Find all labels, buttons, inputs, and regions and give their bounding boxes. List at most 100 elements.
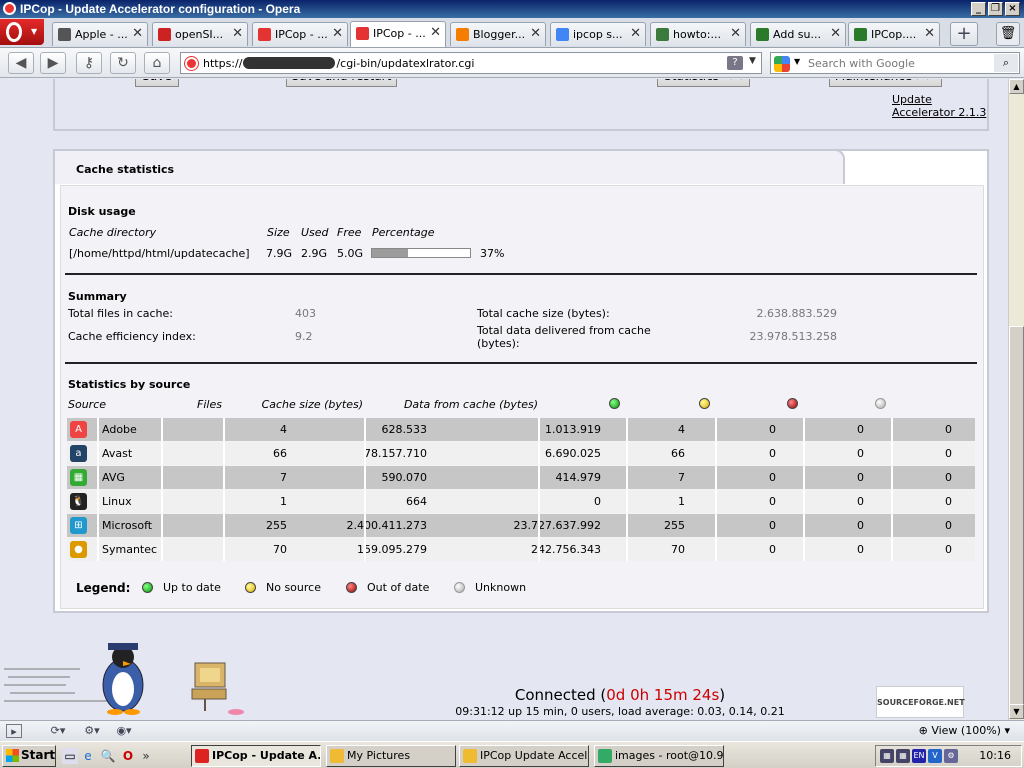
opera-menu-button[interactable]: ▼: [0, 19, 44, 45]
save-button[interactable]: Save: [135, 79, 179, 87]
close-tab-icon[interactable]: ✕: [430, 25, 441, 40]
new-tab-button[interactable]: +: [950, 22, 978, 46]
scroll-up-arrow-icon[interactable]: ▲: [1009, 79, 1024, 94]
page-viewport: Save Save and restart Statistics << Main…: [0, 79, 1008, 720]
save-and-restart-button[interactable]: Save and restart: [286, 79, 397, 87]
turbo-icon[interactable]: ◉▾: [112, 724, 136, 738]
column-divider: [97, 466, 99, 489]
opera-quicklaunch-icon[interactable]: O: [120, 748, 136, 764]
unite-icon[interactable]: ⚙▾: [80, 724, 104, 738]
column-divider: [538, 514, 540, 537]
connected-line: Connected (0d 0h 15m 24s): [420, 686, 820, 704]
version-link[interactable]: Update Accelerator 2.1.3: [892, 93, 987, 119]
cache-directory-value: [/home/httpd/html/updatecache]: [69, 247, 250, 260]
window-title: IPCop - Update Accelerator configuration…: [20, 2, 301, 16]
column-divider: [891, 538, 893, 561]
taskbar-task-4[interactable]: images - root@10.9...: [594, 745, 724, 767]
more-quicklaunch-icon[interactable]: »: [138, 748, 154, 764]
google-icon[interactable]: [774, 56, 790, 72]
panel-toggle-icon[interactable]: ▸: [6, 724, 22, 738]
folder-search-icon: [330, 749, 344, 763]
column-divider: [803, 514, 805, 537]
reload-button[interactable]: ↻: [110, 52, 136, 74]
folder-search-icon: [463, 749, 477, 763]
home-button[interactable]: ⌂: [144, 52, 170, 74]
close-tab-icon[interactable]: ✕: [730, 26, 741, 41]
cell-files: 4: [280, 423, 287, 436]
start-button[interactable]: Start: [2, 745, 56, 767]
forward-button[interactable]: ▶: [40, 52, 66, 74]
windows-taskbar: Start ▭ e 🔍 O » IPCop - Update A... My Pi…: [0, 741, 1024, 768]
back-button[interactable]: ◀: [8, 52, 34, 74]
taskbar-task-3[interactable]: IPCop Update Accel...: [459, 745, 589, 767]
source-row-adobe: A Adobe 4 628.533 1.013.919 4 0 0 0: [67, 418, 975, 441]
apple-icon: [58, 28, 71, 41]
tab-3[interactable]: IPCop - ... ✕: [252, 22, 348, 46]
antivirus-icon[interactable]: V: [928, 749, 942, 763]
tab-2[interactable]: openSI... ✕: [152, 22, 248, 46]
close-tab-icon[interactable]: ✕: [530, 26, 541, 41]
maintenance-button[interactable]: Maintenance >>: [829, 79, 942, 87]
no-source-status-icon: [699, 398, 710, 409]
cell-up-to-date: 70: [671, 543, 685, 556]
tab-4[interactable]: IPCop - ... ✕: [350, 21, 446, 47]
out-of-date-status-icon: [787, 398, 798, 409]
internet-explorer-icon[interactable]: e: [80, 748, 96, 764]
search-engine-dropdown-icon[interactable]: ▼: [794, 57, 800, 66]
close-tab-icon[interactable]: ✕: [232, 26, 243, 41]
network-icon[interactable]: ▦: [896, 749, 910, 763]
taskbar-task-1[interactable]: IPCop - Update A...: [191, 745, 321, 767]
show-desktop-icon[interactable]: ▭: [62, 748, 78, 764]
cell-cache-size: 590.070: [381, 471, 428, 484]
search-folder-icon[interactable]: 🔍: [100, 748, 116, 764]
sourceforge-badge[interactable]: SOURCEFORGE.NET: [876, 686, 965, 718]
column-divider: [161, 514, 163, 537]
files-header: Files: [197, 398, 222, 411]
search-field[interactable]: ▼ Search with Google ⌕: [770, 52, 1020, 74]
address-field[interactable]: https:///cgi-bin/updatexlrator.cgi ? ▼: [180, 52, 762, 74]
cell-unknown: 0: [945, 423, 952, 436]
site-opera-icon: [185, 57, 198, 70]
cell-out-of-date: 0: [857, 471, 864, 484]
language-indicator[interactable]: EN: [912, 749, 926, 763]
scrollbar-thumb[interactable]: [1009, 326, 1024, 706]
close-tab-icon[interactable]: ✕: [630, 26, 641, 41]
close-tab-icon[interactable]: ✕: [132, 26, 143, 41]
zoom-control[interactable]: ⊕ View (100%) ▾: [919, 724, 1010, 737]
tab-8[interactable]: Add su... ✕: [750, 22, 846, 46]
legend-up-to-date: Up to date: [163, 581, 221, 594]
close-tab-icon[interactable]: ✕: [924, 26, 935, 41]
taskbar-task-2[interactable]: My Pictures: [326, 745, 456, 767]
help-icon[interactable]: ?: [727, 56, 743, 70]
scroll-down-arrow-icon[interactable]: ▼: [1009, 704, 1024, 719]
close-tab-icon[interactable]: ✕: [830, 26, 841, 41]
tool-icon[interactable]: ⚙: [944, 749, 958, 763]
symantec-icon: ●: [70, 541, 87, 558]
column-divider: [223, 514, 225, 537]
close-tab-icon[interactable]: ✕: [332, 26, 343, 41]
tab-1[interactable]: Apple - ... ✕: [52, 22, 148, 46]
address-dropdown-icon[interactable]: ▼: [749, 56, 756, 66]
trash-icon[interactable]: 🗑: [996, 22, 1020, 46]
vertical-scrollbar[interactable]: ▲ ▼: [1008, 79, 1024, 720]
wand-button[interactable]: ⚷: [76, 52, 102, 74]
statistics-button[interactable]: Statistics <<: [657, 79, 750, 87]
tab-9[interactable]: IPCop.... ✕: [848, 22, 940, 46]
column-divider: [97, 514, 99, 537]
blogger-icon: [456, 28, 469, 41]
cell-up-to-date: 1: [678, 495, 685, 508]
tab-6[interactable]: ipcop s... ✕: [550, 22, 646, 46]
close-window-button[interactable]: ×: [1005, 2, 1020, 16]
computer-screen: [200, 668, 220, 682]
tab-7[interactable]: howto:... ✕: [650, 22, 746, 46]
sync-icon[interactable]: ⟳▾: [46, 724, 70, 738]
tab-5[interactable]: Blogger... ✕: [450, 22, 546, 46]
cell-out-of-date: 0: [857, 519, 864, 532]
used-value: 2.9G: [301, 247, 328, 260]
maximize-button[interactable]: ❐: [988, 2, 1003, 16]
total-cache-size-label: Total cache size (bytes):: [477, 307, 610, 320]
network-icon[interactable]: ▦: [880, 749, 894, 763]
search-button[interactable]: ⌕: [994, 54, 1018, 72]
minimize-button[interactable]: _: [971, 2, 986, 16]
winscp-icon: [598, 749, 612, 763]
